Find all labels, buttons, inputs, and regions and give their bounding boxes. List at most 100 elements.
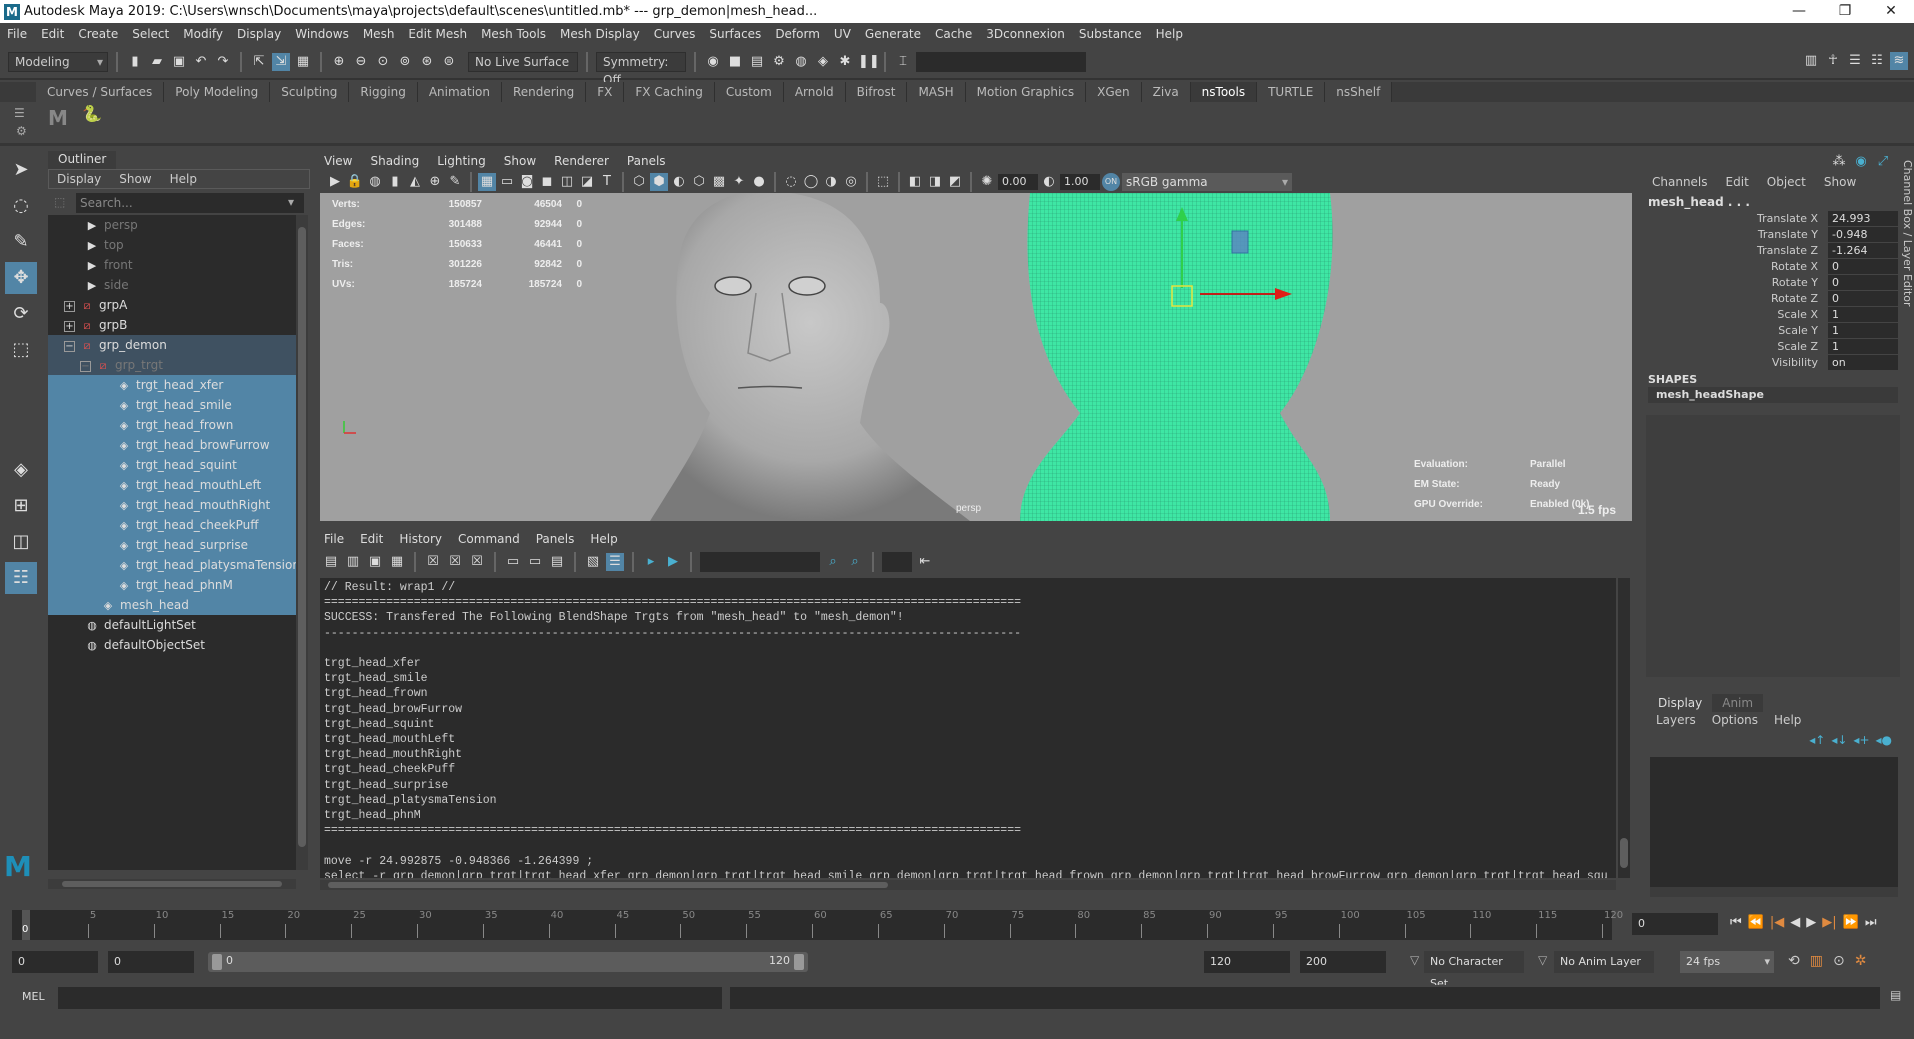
menu-curves[interactable]: Curves [647, 27, 703, 41]
channel-box-icon[interactable]: ≋ [1890, 52, 1908, 70]
attribute-editor-icon[interactable]: ☰ [1846, 52, 1864, 70]
layer-menu-layers[interactable]: Layers [1656, 713, 1696, 727]
four-view-layout-icon[interactable]: ⊞ [5, 490, 37, 522]
maximize-button[interactable]: ❐ [1822, 0, 1868, 23]
goto-start-icon[interactable]: ⏮ [1730, 915, 1742, 930]
outliner-vertical-scrollbar[interactable] [296, 215, 308, 870]
outliner-item[interactable]: ◈ trgt_head_platysmaTension [48, 555, 296, 575]
range-slider-bar[interactable]: 0 120 [208, 952, 808, 972]
menu-display[interactable]: Display [230, 27, 288, 41]
redo-icon[interactable]: ↷ [214, 53, 232, 71]
animation-end-field[interactable]: 200 [1300, 951, 1386, 973]
rotate-tool-icon[interactable]: ⟳ [5, 298, 37, 330]
menu-edit-mesh[interactable]: Edit Mesh [401, 27, 474, 41]
select-hierarchy-icon[interactable]: ⇱ [250, 53, 268, 71]
select-component-icon[interactable]: ▦ [294, 53, 312, 71]
shelf-tab-poly-modeling[interactable]: Poly Modeling [164, 82, 271, 102]
animation-start-field[interactable]: 0 [12, 951, 98, 973]
shelf-tab-bifrost[interactable]: Bifrost [845, 82, 908, 102]
range-start-handle[interactable] [212, 954, 222, 970]
layer-horizontal-scrollbar[interactable] [1650, 887, 1898, 897]
channel-row[interactable]: Scale Y 1 [1642, 323, 1904, 339]
channel-row[interactable]: Translate Y -0.948 [1642, 227, 1904, 243]
menu-uv[interactable]: UV [827, 27, 858, 41]
show-history-icon[interactable]: ▭ [504, 553, 522, 571]
shape-node-name[interactable]: mesh_headShape [1648, 387, 1898, 403]
search-up-icon[interactable]: ⌕ [846, 553, 864, 571]
menu-help[interactable]: Help [1149, 27, 1190, 41]
menu-mesh[interactable]: Mesh [356, 27, 402, 41]
snap-point-icon[interactable]: ⊙ [374, 53, 392, 71]
light-editor-icon[interactable]: ✱ [836, 53, 854, 71]
menu-surfaces[interactable]: Surfaces [702, 27, 768, 41]
scrollbar-thumb[interactable] [298, 227, 306, 847]
selected-object-name[interactable]: mesh_head . . . [1648, 195, 1750, 209]
menu-mesh-display[interactable]: Mesh Display [553, 27, 647, 41]
shadows-icon[interactable]: ● [750, 173, 768, 191]
channel-label[interactable]: Scale X [1777, 307, 1818, 323]
outliner-layout-icon[interactable]: ☷ [5, 562, 37, 594]
menu-substance[interactable]: Substance [1072, 27, 1149, 41]
menu-file[interactable]: File [0, 27, 34, 41]
script-horizontal-scrollbar[interactable] [320, 880, 1616, 890]
outliner-item[interactable]: ▶ top [48, 235, 296, 255]
exposure-icon[interactable]: ✺ [978, 173, 996, 191]
symmetry-dropdown[interactable]: Symmetry: Off [596, 52, 686, 87]
menu-mesh-tools[interactable]: Mesh Tools [474, 27, 553, 41]
channel-value[interactable]: 24.993 [1828, 211, 1898, 226]
channel-row[interactable]: Translate Z -1.264 [1642, 243, 1904, 259]
layer-list[interactable] [1650, 757, 1898, 887]
channel-value[interactable]: 1 [1828, 307, 1898, 322]
current-frame-field[interactable]: 0 [1632, 913, 1718, 935]
outliner-item[interactable]: ◈ mesh_head [48, 595, 296, 615]
clear-all-icon[interactable]: ☒ [468, 553, 486, 571]
viewport-menu-lighting[interactable]: Lighting [437, 154, 486, 168]
use-all-lights-icon[interactable]: ✦ [730, 173, 748, 191]
select-tool-icon[interactable]: ➤ [5, 154, 37, 186]
script-history-output[interactable]: // Result: wrap1 // =====================… [320, 578, 1616, 878]
script-menu-history[interactable]: History [399, 532, 442, 546]
exposure-field[interactable]: 0.00 [998, 174, 1038, 190]
shelf-tab-nsshelf[interactable]: nsShelf [1325, 82, 1393, 102]
save-script-to-shelf-icon[interactable]: ▦ [388, 553, 406, 571]
safe-title-icon[interactable]: T [598, 173, 616, 191]
shelf-tab-nstools[interactable]: nsTools [1190, 82, 1258, 102]
depth-of-field-icon[interactable]: ◎ [842, 173, 860, 191]
cache-playback-icon[interactable]: ▥ [1810, 953, 1823, 969]
layer-tab-anim[interactable]: Anim [1712, 694, 1764, 712]
pause-viewport-icon[interactable]: ❚❚ [858, 53, 880, 71]
input-line-field[interactable] [916, 52, 1086, 72]
channel-label[interactable]: Rotate X [1771, 259, 1818, 275]
safe-action-icon[interactable]: ◪ [578, 173, 596, 191]
play-backwards-icon[interactable]: ◀ [1790, 915, 1800, 930]
playback-start-field[interactable]: 0 [108, 951, 194, 973]
live-surface-field[interactable]: No Live Surface [468, 52, 578, 72]
channel-row[interactable]: Rotate X 0 [1642, 259, 1904, 275]
source-script-icon[interactable]: ▥ [344, 553, 362, 571]
outliner-item[interactable]: ◈ trgt_head_xfer [48, 375, 296, 395]
shelf-tab-ziva[interactable]: Ziva [1141, 82, 1191, 102]
menu-deform[interactable]: Deform [768, 27, 827, 41]
search-options-chevron-icon[interactable]: ▾ [288, 195, 294, 209]
channel-value[interactable]: 0 [1828, 275, 1898, 290]
resolution-gate-icon[interactable]: ◙ [518, 173, 536, 191]
channel-row[interactable]: Rotate Z 0 [1642, 291, 1904, 307]
snap-projected-icon[interactable]: ⊚ [396, 53, 414, 71]
viewport-menu-renderer[interactable]: Renderer [554, 154, 609, 168]
script-menu-panels[interactable]: Panels [536, 532, 575, 546]
script-search-field[interactable] [700, 552, 820, 572]
scale-tool-icon[interactable]: ⬚ [5, 334, 37, 366]
channel-label[interactable]: Translate Z [1757, 243, 1818, 259]
menu-create[interactable]: Create [71, 27, 125, 41]
character-set-chevron-icon[interactable]: ▽ [1410, 953, 1419, 967]
menu-generate[interactable]: Generate [858, 27, 928, 41]
shelf-tab-fx-caching[interactable]: FX Caching [624, 82, 715, 102]
outliner-item[interactable]: ◈ trgt_head_surprise [48, 535, 296, 555]
outliner-item[interactable]: + ⧄ grpA [48, 295, 296, 315]
menu-edit[interactable]: Edit [34, 27, 71, 41]
cb-menu-show[interactable]: Show [1824, 175, 1856, 189]
expand-icon[interactable]: + [64, 321, 75, 332]
script-menu-file[interactable]: File [324, 532, 344, 546]
outliner-item[interactable]: ◈ trgt_head_cheekPuff [48, 515, 296, 535]
outliner-item[interactable]: ◈ trgt_head_smile [48, 395, 296, 415]
